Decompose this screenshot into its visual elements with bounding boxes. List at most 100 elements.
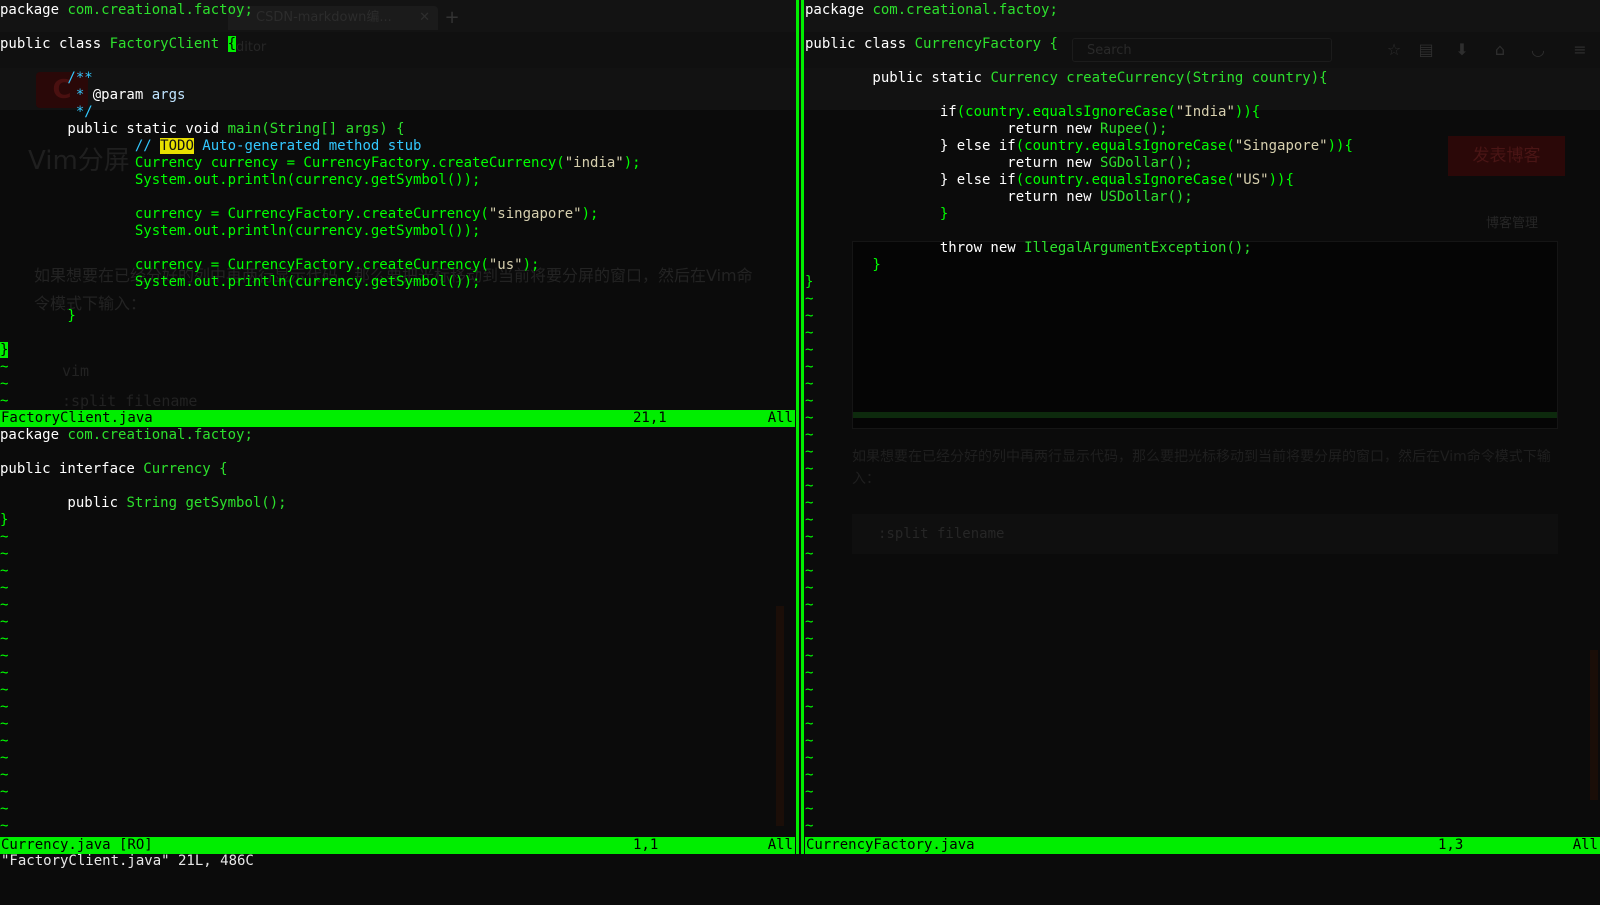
statusline-filename: Currency.java [RO] xyxy=(1,837,153,853)
statusline-filename: FactoryClient.java xyxy=(1,410,153,426)
empty-line-tilde: ~ xyxy=(805,359,814,375)
code-line: package com.creational.factoy; xyxy=(0,427,253,443)
empty-line-tilde: ~ xyxy=(805,750,814,766)
empty-line-tilde: ~ xyxy=(0,597,9,613)
empty-line-tilde: ~ xyxy=(805,801,814,817)
empty-line-tilde: ~ xyxy=(805,580,814,596)
code-line: return new USDollar(); xyxy=(805,189,1193,205)
empty-line-tilde: ~ xyxy=(805,767,814,783)
code-line: } else if(country.equalsIgnoreCase("US")… xyxy=(805,172,1294,188)
empty-line-tilde: ~ xyxy=(805,733,814,749)
code-line: public interface Currency { xyxy=(0,461,228,477)
empty-line-tilde: ~ xyxy=(805,682,814,698)
code-line: throw new IllegalArgumentException(); xyxy=(805,240,1252,256)
empty-line-tilde: ~ xyxy=(805,291,814,307)
empty-line-tilde: ~ xyxy=(805,648,814,664)
empty-line-tilde: ~ xyxy=(805,393,814,409)
empty-line-tilde: ~ xyxy=(0,580,9,596)
empty-line-tilde: ~ xyxy=(805,325,814,341)
code-line: } xyxy=(0,342,9,359)
code-line: package com.creational.factoy; xyxy=(0,2,253,18)
empty-line-tilde: ~ xyxy=(0,818,9,834)
code-line: * @param args xyxy=(0,87,186,103)
empty-line-tilde: ~ xyxy=(805,597,814,613)
statusline-scroll: All xyxy=(1572,837,1598,853)
empty-line-tilde: ~ xyxy=(0,801,9,817)
statusline-currency: Currency.java [RO] 1,1 All xyxy=(0,837,795,854)
empty-line-tilde: ~ xyxy=(805,342,814,358)
code-line: return new SGDollar(); xyxy=(805,155,1193,171)
matching-brace: { xyxy=(227,36,237,52)
vim-window-currency[interactable]: package com.creational.factoy; public in… xyxy=(0,427,795,837)
empty-line-tilde: ~ xyxy=(0,665,9,681)
empty-line-tilde: ~ xyxy=(0,648,9,664)
code-line: public String getSymbol(); xyxy=(0,495,287,511)
code-line: } else if(country.equalsIgnoreCase("Sing… xyxy=(805,138,1353,154)
empty-line-tilde: ~ xyxy=(805,444,814,460)
empty-line-tilde: ~ xyxy=(805,563,814,579)
empty-line-tilde: ~ xyxy=(0,529,9,545)
empty-line-tilde: ~ xyxy=(0,682,9,698)
vertical-window-separator[interactable] xyxy=(796,0,799,854)
code-line: } xyxy=(805,206,949,222)
code-line: public class CurrencyFactory { xyxy=(805,36,1058,52)
empty-line-tilde: ~ xyxy=(805,716,814,732)
empty-line-tilde: ~ xyxy=(0,767,9,783)
statusline-position: 1,1 xyxy=(633,837,659,853)
code-line: public class FactoryClient { xyxy=(0,36,237,52)
empty-line-tilde: ~ xyxy=(0,733,9,749)
statusline-scroll: All xyxy=(767,410,793,426)
empty-line-tilde: ~ xyxy=(805,546,814,562)
statusline-currency-factory: CurrencyFactory.java 1,3 All xyxy=(805,837,1600,854)
empty-line-tilde: ~ xyxy=(0,393,9,409)
statusline-position: 1,3 xyxy=(1438,837,1464,853)
cursor: } xyxy=(0,342,9,358)
code-line: currency = CurrencyFactory.createCurrenc… xyxy=(0,206,599,222)
vim-command-line[interactable]: "FactoryClient.java" 21L, 486C xyxy=(1,853,254,870)
statusline-scroll: All xyxy=(767,837,793,853)
empty-line-tilde: ~ xyxy=(805,410,814,426)
vim-window-factory-client[interactable]: package com.creational.factoy; public cl… xyxy=(0,2,795,417)
empty-line-tilde: ~ xyxy=(805,427,814,443)
code-line: } xyxy=(0,512,9,528)
code-line: Currency currency = CurrencyFactory.crea… xyxy=(0,155,641,171)
empty-line-tilde: ~ xyxy=(0,784,9,800)
code-line: // TODO Auto-generated method stub xyxy=(0,138,422,154)
statusline-filename: CurrencyFactory.java xyxy=(806,837,975,853)
empty-line-tilde: ~ xyxy=(805,376,814,392)
empty-line-tilde: ~ xyxy=(805,614,814,630)
empty-line-tilde: ~ xyxy=(0,631,9,647)
empty-line-tilde: ~ xyxy=(0,563,9,579)
empty-line-tilde: ~ xyxy=(805,784,814,800)
empty-line-tilde: ~ xyxy=(0,376,9,392)
vertical-window-separator[interactable] xyxy=(801,0,804,854)
empty-line-tilde: ~ xyxy=(0,750,9,766)
code-line: System.out.println(currency.getSymbol())… xyxy=(0,223,481,239)
code-line: if(country.equalsIgnoreCase("India")){ xyxy=(805,104,1261,120)
code-line: System.out.println(currency.getSymbol())… xyxy=(0,172,481,188)
code-line: System.out.println(currency.getSymbol())… xyxy=(0,274,481,290)
empty-line-tilde: ~ xyxy=(805,631,814,647)
code-line: public static void main(String[] args) { xyxy=(0,121,405,137)
empty-line-tilde: ~ xyxy=(0,716,9,732)
empty-line-tilde: ~ xyxy=(805,529,814,545)
code-line: */ xyxy=(0,104,93,120)
empty-line-tilde: ~ xyxy=(0,614,9,630)
empty-line-tilde: ~ xyxy=(0,699,9,715)
empty-line-tilde: ~ xyxy=(805,478,814,494)
empty-line-tilde: ~ xyxy=(805,461,814,477)
statusline-position: 21,1 xyxy=(633,410,667,426)
code-line: } xyxy=(0,308,76,324)
empty-line-tilde: ~ xyxy=(805,495,814,511)
code-line: currency = CurrencyFactory.createCurrenc… xyxy=(0,257,540,273)
empty-line-tilde: ~ xyxy=(0,546,9,562)
code-line: package com.creational.factoy; xyxy=(805,2,1058,18)
code-line: return new Rupee(); xyxy=(805,121,1168,137)
empty-line-tilde: ~ xyxy=(805,818,814,834)
code-line: public static Currency createCurrency(St… xyxy=(805,70,1328,86)
empty-line-tilde: ~ xyxy=(805,665,814,681)
code-line: } xyxy=(805,257,881,273)
empty-line-tilde: ~ xyxy=(805,308,814,324)
vim-window-currency-factory[interactable]: package com.creational.factoy; public cl… xyxy=(805,2,1600,837)
empty-line-tilde: ~ xyxy=(805,699,814,715)
